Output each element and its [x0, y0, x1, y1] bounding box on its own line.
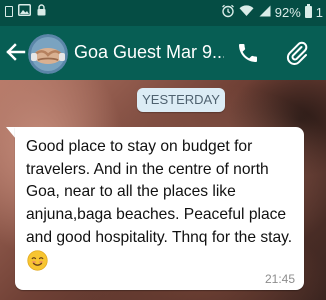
battery-icon — [304, 4, 312, 18]
attach-button[interactable] — [284, 39, 310, 65]
arrow-back-icon — [6, 43, 26, 61]
smiling-face-emoji-icon — [27, 249, 48, 271]
message-body: Good place to stay on budget for travele… — [26, 136, 296, 274]
paperclip-icon — [286, 41, 308, 65]
phone-icon — [239, 44, 257, 62]
chat-title[interactable]: Goa Guest Mar 9... — [74, 42, 224, 63]
image-icon — [18, 4, 31, 18]
message-time: 21:45 — [264, 272, 295, 286]
chat-area[interactable]: YESTERDAY Good place to stay on budget f… — [0, 80, 326, 300]
battery-percent: 92% — [274, 4, 301, 20]
message-text: Good place to stay on budget for travele… — [26, 138, 293, 246]
message-bubble[interactable]: Good place to stay on budget for travele… — [15, 127, 304, 290]
back-button[interactable] — [4, 40, 26, 64]
handshake-avatar-icon — [28, 34, 68, 74]
lock-icon — [36, 4, 47, 18]
notification-count: 1 — [315, 4, 323, 20]
status-right-icons: 92% 1 — [221, 4, 323, 20]
chat-header: Goa Guest Mar 9... — [0, 26, 326, 80]
document-icon — [5, 5, 13, 17]
voice-call-button[interactable] — [236, 41, 260, 65]
alarm-icon — [221, 4, 235, 20]
date-divider: YESTERDAY — [137, 88, 225, 112]
signal-icon — [258, 5, 271, 19]
status-bar: 92% 1 — [0, 0, 326, 26]
status-left-icons — [5, 4, 47, 18]
avatar[interactable] — [28, 34, 68, 74]
wifi-icon — [239, 5, 254, 19]
